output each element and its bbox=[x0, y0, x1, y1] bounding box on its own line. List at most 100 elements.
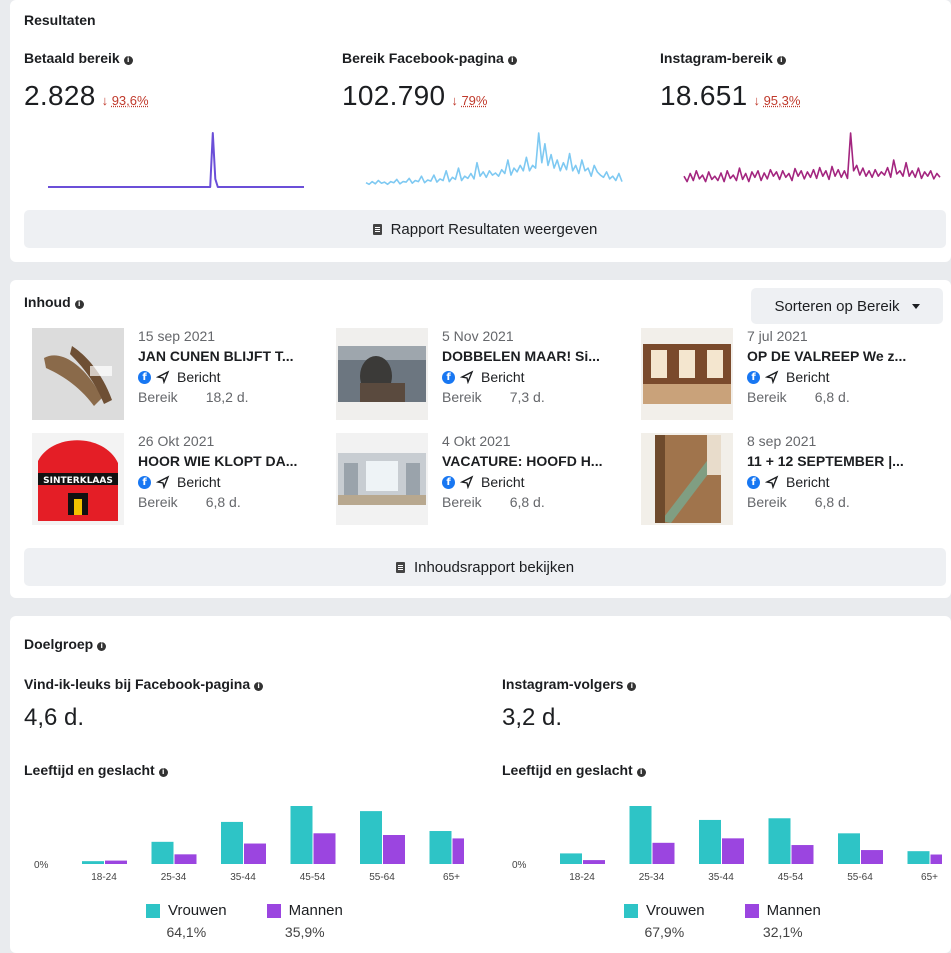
legend-percent: 35,9% bbox=[284, 924, 325, 940]
x-tick-label: 35-44 bbox=[708, 872, 734, 883]
down-arrow-icon: ↓ bbox=[753, 93, 760, 108]
swatch-mannen bbox=[744, 903, 759, 918]
metric-instagram-reach[interactable]: Instagram-bereik i 18.651 ↓ 95,3% bbox=[660, 50, 951, 112]
reach-label: Bereik bbox=[138, 389, 178, 405]
boost-icon bbox=[765, 370, 779, 384]
boost-icon bbox=[156, 370, 170, 384]
reach-value: 6,8 d. bbox=[509, 494, 545, 510]
x-tick-label: 55-64 bbox=[369, 872, 395, 883]
post-thumbnail bbox=[641, 433, 733, 525]
bar-vrouwen-45-54 bbox=[768, 818, 791, 864]
content-title: Inhoud i bbox=[24, 294, 84, 310]
post-type: Bericht bbox=[786, 474, 830, 490]
post-thumbnail bbox=[32, 328, 124, 420]
metric-value: 2.828 bbox=[24, 80, 96, 111]
sparkline-paid-reach bbox=[48, 132, 304, 188]
metric-label: Betaald bereik bbox=[24, 50, 120, 66]
sparkline-instagram-reach bbox=[683, 132, 941, 183]
reach-value: 6,8 d. bbox=[205, 494, 241, 510]
facebook-icon: f bbox=[747, 370, 760, 384]
results-title: Resultaten bbox=[24, 12, 96, 28]
legend-percent: 64,1% bbox=[166, 924, 207, 940]
metric-value: 102.790 bbox=[342, 80, 446, 111]
reach-label: Bereik bbox=[138, 494, 178, 510]
post-item[interactable]: 8 sep 2021 11 + 12 SEPTEMBER |... f Beric… bbox=[641, 433, 941, 529]
bar-vrouwen-65+ bbox=[429, 831, 452, 864]
legend-facebook: Vrouwen 64,1% Mannen 35,9% bbox=[146, 902, 383, 940]
age-gender-chart-instagram: 0% 18-24 25-34 35-44 45-54 55-64 65+ bbox=[512, 806, 942, 883]
boost-icon bbox=[765, 475, 779, 489]
info-icon[interactable]: i bbox=[776, 56, 786, 65]
post-item[interactable]: 4 Okt 2021 VACATURE: HOOFD H... f Bericht… bbox=[336, 433, 636, 529]
swatch-vrouwen bbox=[624, 903, 638, 918]
bar-mannen-18-24 bbox=[583, 860, 605, 864]
reach-value: 6,8 d. bbox=[814, 389, 850, 405]
bar-vrouwen-65+ bbox=[907, 851, 930, 864]
info-icon[interactable]: i bbox=[158, 768, 168, 777]
post-date: 7 jul 2021 bbox=[747, 328, 808, 344]
bar-vrouwen-45-54 bbox=[290, 806, 313, 864]
report-icon bbox=[395, 561, 405, 573]
facebook-icon: f bbox=[138, 370, 151, 384]
bar-vrouwen-35-44 bbox=[699, 819, 721, 864]
sparkline-series bbox=[365, 132, 623, 186]
y-tick-label: 0% bbox=[34, 860, 49, 871]
post-title: VACATURE: HOOFD H... bbox=[442, 453, 603, 469]
legend-item-mannen[interactable]: Mannen 32,1% bbox=[744, 902, 821, 940]
info-icon[interactable]: i bbox=[74, 300, 84, 309]
legend-item-vrouwen[interactable]: Vrouwen 67,9% bbox=[624, 902, 705, 940]
x-tick-label: 65+ bbox=[921, 872, 938, 883]
sort-dropdown[interactable]: Sorteren op Bereik bbox=[751, 288, 943, 324]
post-item[interactable]: SINTERKLAAS 26 Okt 2021 HOOR WIE KLOPT D… bbox=[32, 433, 332, 529]
info-icon[interactable]: i bbox=[636, 768, 646, 777]
post-title: JAN CUNEN BLIJFT T... bbox=[138, 348, 294, 364]
down-arrow-icon: ↓ bbox=[101, 93, 109, 108]
bar-mannen-65+ bbox=[930, 854, 942, 864]
audience-title: Doelgroep i bbox=[24, 636, 107, 652]
instagram-followers-value: 3,2 d. bbox=[502, 704, 563, 731]
bar-vrouwen-55-64 bbox=[360, 811, 382, 864]
legend-item-vrouwen[interactable]: Vrouwen 64,1% bbox=[146, 902, 227, 940]
post-title: HOOR WIE KLOPT DA... bbox=[138, 453, 298, 469]
results-report-button[interactable]: Rapport Resultaten weergeven bbox=[24, 210, 946, 248]
post-type: Bericht bbox=[177, 369, 221, 385]
reach-label: Bereik bbox=[747, 494, 787, 510]
metric-facebook-reach[interactable]: Bereik Facebook-pagina i 102.790 ↓ 79% bbox=[342, 50, 642, 112]
post-date: 8 sep 2021 bbox=[747, 433, 817, 449]
sparkline-facebook-reach bbox=[365, 132, 623, 186]
info-icon[interactable]: i bbox=[97, 642, 107, 651]
metric-label: Bereik Facebook-pagina bbox=[342, 50, 504, 66]
post-item[interactable]: 15 sep 2021 JAN CUNEN BLIJFT T... f Beric… bbox=[32, 328, 332, 424]
post-item[interactable]: 5 Nov 2021 DOBBELEN MAAR! Si... f Bericht… bbox=[336, 328, 636, 424]
post-title: DOBBELEN MAAR! Si... bbox=[442, 348, 600, 364]
metric-paid-reach[interactable]: Betaald bereik i 2.828 ↓ 93,6% bbox=[24, 50, 324, 112]
info-icon[interactable]: i bbox=[627, 682, 637, 691]
legend-percent: 32,1% bbox=[762, 924, 803, 940]
reach-label: Bereik bbox=[442, 389, 482, 405]
x-tick-label: 18-24 bbox=[91, 872, 117, 883]
bar-vrouwen-35-44 bbox=[221, 821, 243, 864]
info-icon[interactable]: i bbox=[123, 56, 133, 65]
reach-label: Bereik bbox=[747, 389, 787, 405]
bar-mannen-65+ bbox=[452, 838, 464, 864]
legend-instagram: Vrouwen 67,9% Mannen 32,1% bbox=[624, 902, 861, 940]
metric-delta: ↓ 79% bbox=[451, 93, 488, 108]
bar-mannen-55-64 bbox=[861, 850, 883, 864]
report-icon bbox=[372, 223, 382, 235]
post-item[interactable]: 7 jul 2021 OP DE VALREEP We z... f Berich… bbox=[641, 328, 941, 424]
y-tick-label: 0% bbox=[512, 860, 527, 871]
instagram-followers-label: Instagram-volgers bbox=[502, 676, 624, 692]
post-type: Bericht bbox=[177, 474, 221, 490]
post-type: Bericht bbox=[481, 474, 525, 490]
boost-icon bbox=[156, 475, 170, 489]
swatch-mannen bbox=[266, 903, 281, 918]
bar-mannen-35-44 bbox=[722, 838, 744, 864]
content-report-button[interactable]: Inhoudsrapport bekijken bbox=[24, 548, 946, 586]
x-tick-label: 55-64 bbox=[847, 872, 873, 883]
post-date: 15 sep 2021 bbox=[138, 328, 216, 344]
info-icon[interactable]: i bbox=[507, 56, 517, 65]
info-icon[interactable]: i bbox=[254, 682, 264, 691]
age-gender-chart-facebook: 0% 18-24 25-34 35-44 45-54 55-64 65+ bbox=[34, 806, 464, 883]
bar-vrouwen-55-64 bbox=[838, 833, 860, 864]
legend-item-mannen[interactable]: Mannen 35,9% bbox=[266, 902, 343, 940]
